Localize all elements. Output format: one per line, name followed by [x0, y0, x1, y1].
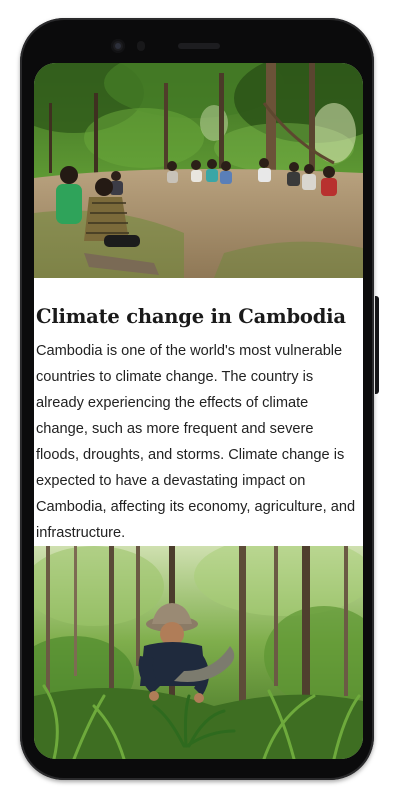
- article-body: Cambodia is one of the world's most vuln…: [36, 343, 356, 541]
- proximity-sensor: [137, 41, 145, 51]
- article-section: Climate change in Cambodia Cambodia is o…: [34, 278, 363, 546]
- article-title: Climate change in Cambodia: [36, 305, 346, 328]
- earpiece-speaker: [178, 43, 220, 49]
- phone-screen[interactable]: Climate change in Cambodia Cambodia is o…: [34, 63, 363, 759]
- front-camera-icon: [111, 39, 125, 53]
- forest-meeting-photo: [34, 63, 363, 278]
- power-button: [375, 296, 379, 394]
- forest-planting-photo: [34, 546, 363, 759]
